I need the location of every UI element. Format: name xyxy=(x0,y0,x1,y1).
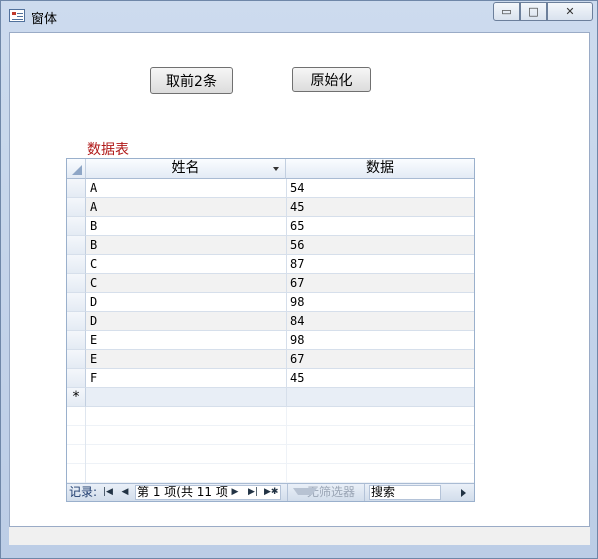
column-header-name[interactable]: 姓名 xyxy=(86,159,286,179)
table-row[interactable]: F 45 xyxy=(67,369,474,388)
row-selector[interactable] xyxy=(67,274,86,293)
cell-value[interactable]: 56 xyxy=(290,236,470,255)
new-record-row[interactable]: * xyxy=(67,388,474,407)
table-label: 数据表 xyxy=(87,142,129,158)
new-record-marker: * xyxy=(67,388,86,407)
cell-value[interactable]: 54 xyxy=(290,179,470,198)
row-selector[interactable] xyxy=(67,312,86,331)
row-selector[interactable] xyxy=(67,350,86,369)
table-row[interactable]: E 98 xyxy=(67,331,474,350)
record-label: 记录: xyxy=(69,485,98,499)
cell-value[interactable]: 65 xyxy=(290,217,470,236)
datasheet-grid: 姓名 数据 A 54 A 45 B 65 B 56 C 87 C 67 D 98 D 84 E9… xyxy=(66,158,475,502)
minimize-icon: ▭ xyxy=(501,5,512,18)
cell-value[interactable]: 84 xyxy=(290,312,470,331)
empty-area xyxy=(67,464,474,483)
row-selector[interactable] xyxy=(67,198,86,217)
cell-value[interactable]: 87 xyxy=(290,255,470,274)
take-first-two-button[interactable]: 取前2条 xyxy=(150,67,233,94)
table-row[interactable]: C 87 xyxy=(67,255,474,274)
cell-name[interactable]: E xyxy=(90,331,282,350)
table-row[interactable]: E 67 xyxy=(67,350,474,369)
row-selector[interactable] xyxy=(67,331,86,350)
record-navigator: 记录: |◀ ◀ 第 1 项(共 11 项 ▶ ▶| ▶✱ 无筛选器 搜索 xyxy=(67,483,474,501)
cell-name[interactable]: D xyxy=(90,312,282,331)
cell-name[interactable]: D xyxy=(90,293,282,312)
minimize-button[interactable]: ▭ xyxy=(493,2,520,21)
table-row[interactable]: B 56 xyxy=(67,236,474,255)
row-selector[interactable] xyxy=(67,293,86,312)
table-row[interactable]: D 98 xyxy=(67,293,474,312)
filter-icon xyxy=(293,488,317,495)
maximize-icon: □ xyxy=(528,5,539,18)
table-row[interactable]: A 45 xyxy=(67,198,474,217)
cell-value[interactable]: 98 xyxy=(290,331,470,350)
cell-value[interactable]: 67 xyxy=(290,350,470,369)
maximize-button[interactable]: □ xyxy=(520,2,547,21)
table-row[interactable]: C 67 xyxy=(67,274,474,293)
cell-name[interactable]: F xyxy=(90,369,282,388)
form-icon xyxy=(9,9,25,22)
cell-name[interactable]: E xyxy=(90,350,282,369)
empty-area xyxy=(67,426,474,445)
window-title: 窗体 xyxy=(31,12,58,27)
cell-value[interactable]: 67 xyxy=(290,274,470,293)
record-count-field[interactable]: 第 1 项(共 11 项 xyxy=(135,485,281,500)
row-selector[interactable] xyxy=(67,217,86,236)
row-selector[interactable] xyxy=(67,236,86,255)
filter-button[interactable]: 无筛选器 xyxy=(293,484,355,501)
row-selector[interactable] xyxy=(67,179,86,198)
cell-name[interactable]: B xyxy=(90,236,282,255)
last-record-button[interactable]: ▶| xyxy=(247,484,259,501)
scroll-right-icon[interactable] xyxy=(461,489,466,497)
column-header-data-label: 数据 xyxy=(366,160,394,176)
cell-name[interactable]: B xyxy=(90,217,282,236)
column-header-data[interactable]: 数据 xyxy=(286,159,474,179)
cell-name[interactable]: C xyxy=(90,274,282,293)
empty-area xyxy=(67,407,474,426)
first-record-button[interactable]: |◀ xyxy=(102,484,114,501)
title-bar[interactable]: 窗体 ▭ □ ✕ xyxy=(1,1,597,31)
search-input[interactable]: 搜索 xyxy=(369,485,441,500)
cell-name[interactable]: A xyxy=(90,198,282,217)
empty-area xyxy=(67,445,474,464)
cell-name[interactable]: C xyxy=(90,255,282,274)
grid-rows: A 54 A 45 B 65 B 56 C 87 C 67 D 98 D 84 E 98 E 67 … xyxy=(67,179,474,407)
table-row[interactable]: B 65 xyxy=(67,217,474,236)
dropdown-arrow-icon[interactable] xyxy=(273,167,279,171)
new-record-button[interactable]: ▶✱ xyxy=(264,484,278,501)
form-footer xyxy=(9,527,590,545)
next-record-button[interactable]: ▶ xyxy=(229,484,241,501)
column-header-name-label: 姓名 xyxy=(171,160,200,176)
cell-name[interactable]: A xyxy=(90,179,282,198)
table-row[interactable]: D 84 xyxy=(67,312,474,331)
row-selector[interactable] xyxy=(67,255,86,274)
close-button[interactable]: ✕ xyxy=(547,2,593,21)
previous-record-button[interactable]: ◀ xyxy=(119,484,131,501)
cell-value[interactable]: 98 xyxy=(290,293,470,312)
cell-value[interactable]: 45 xyxy=(290,369,470,388)
table-row[interactable]: A 54 xyxy=(67,179,474,198)
row-selector[interactable] xyxy=(67,369,86,388)
select-all-corner[interactable] xyxy=(67,159,86,179)
reset-button[interactable]: 原始化 xyxy=(292,67,371,92)
close-icon: ✕ xyxy=(565,5,575,18)
cell-value[interactable]: 45 xyxy=(290,198,470,217)
